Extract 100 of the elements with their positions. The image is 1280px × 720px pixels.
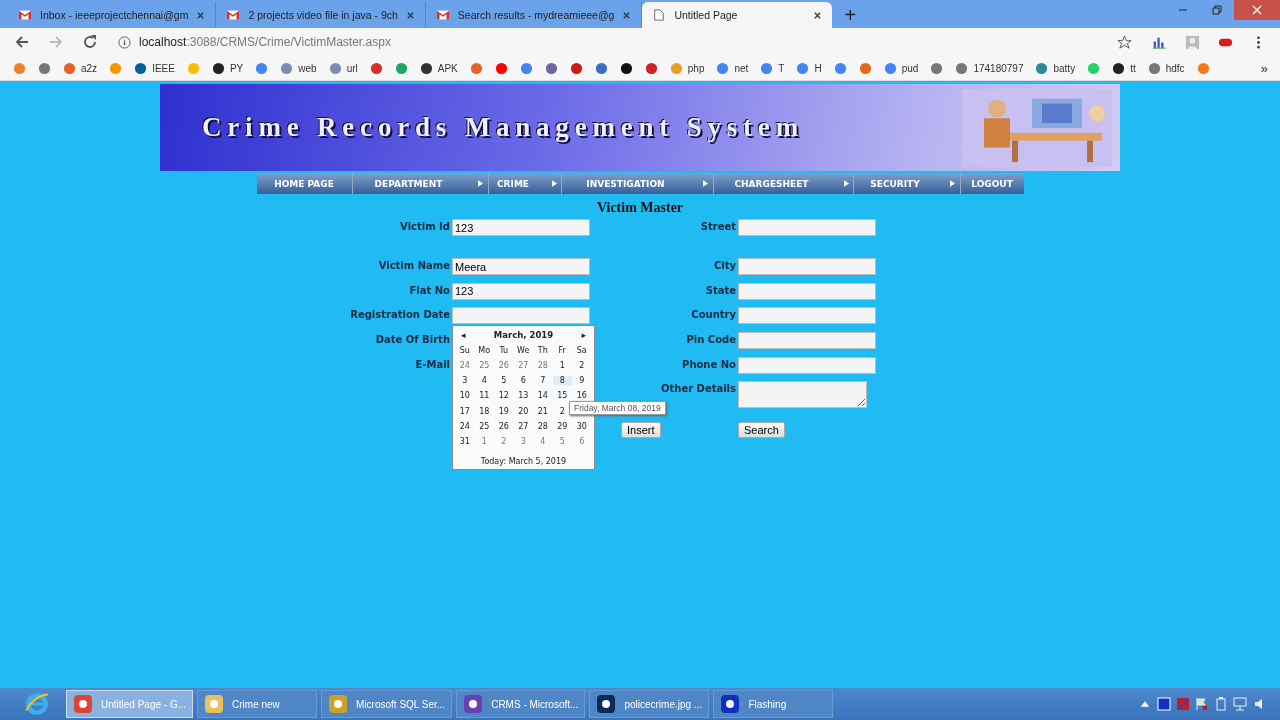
close-icon[interactable]	[196, 10, 206, 20]
calendar-day[interactable]: 6	[572, 437, 592, 447]
calendar-day[interactable]: 3	[513, 437, 533, 447]
calendar-day[interactable]: 25	[474, 360, 494, 370]
search-button[interactable]: Search	[738, 421, 785, 438]
calendar-day[interactable]: 4	[474, 376, 494, 386]
calendar-day[interactable]: 2	[572, 360, 592, 370]
calendar-day[interactable]: 25	[474, 422, 494, 431]
today-link[interactable]: Today: March 5, 2019	[455, 457, 592, 467]
taskbar-button[interactable]: CRMS - Microsoft...	[456, 690, 586, 718]
flag-icon[interactable]	[1195, 697, 1209, 711]
bookmark[interactable]: pud	[880, 59, 922, 77]
forward-icon[interactable]	[48, 34, 64, 50]
calendar-day[interactable]: 1	[474, 437, 494, 447]
bookmark[interactable]: IEEE	[131, 59, 178, 77]
bookmark[interactable]: a2z	[60, 59, 101, 77]
input-field[interactable]: 123	[452, 282, 590, 300]
bookmark[interactable]: 174180797	[952, 59, 1027, 77]
input-field[interactable]: Meera	[452, 258, 590, 275]
calendar-day[interactable]: 29	[552, 422, 572, 431]
calendar-day[interactable]: 1	[552, 360, 572, 370]
input-field[interactable]	[738, 258, 876, 275]
calendar-day[interactable]: 14	[533, 391, 553, 401]
calendar-day[interactable]: 2	[494, 437, 514, 447]
text-area[interactable]	[738, 381, 867, 409]
bookmark[interactable]: batty	[1032, 59, 1079, 77]
calendar-day[interactable]: 26	[494, 422, 514, 431]
calendar-day[interactable]: 13	[513, 391, 533, 401]
nav-menu-item[interactable]: HOME PAGE	[256, 173, 353, 194]
nav-menu-item[interactable]: SECURITY	[853, 173, 961, 194]
calendar-day[interactable]: 17	[455, 406, 475, 416]
taskbar-button[interactable]: Microsoft SQL Ser...	[321, 690, 453, 718]
bookmark[interactable]: net	[713, 59, 752, 77]
calendar-day[interactable]: 15	[552, 391, 572, 401]
taskbar-button[interactable]: Crime new	[197, 690, 318, 718]
bookmark[interactable]: PY	[208, 59, 247, 77]
nav-menu-item[interactable]: DEPARTMENT	[352, 173, 489, 194]
bookmark[interactable]: tt	[1109, 59, 1139, 77]
calendar-day[interactable]: 30	[572, 422, 592, 431]
calendar-day[interactable]: 28	[533, 360, 553, 370]
date-field[interactable]	[452, 307, 590, 325]
input-field[interactable]	[738, 307, 876, 325]
bookmark[interactable]: APK	[416, 59, 461, 77]
battery-icon[interactable]	[1214, 697, 1228, 711]
nav-menu-item[interactable]: INVESTIGATION	[561, 173, 714, 194]
bookmark[interactable]: php	[666, 59, 708, 77]
calendar-day[interactable]: 21	[533, 406, 553, 416]
input-field[interactable]: 123	[452, 219, 590, 236]
new-tab-button[interactable]: +	[844, 5, 857, 25]
bookmark[interactable]: hdfc	[1144, 59, 1188, 77]
close-icon[interactable]	[622, 10, 632, 20]
bookmark[interactable]: T	[757, 59, 788, 77]
calendar-day[interactable]: 24	[455, 360, 475, 370]
star-icon[interactable]	[1117, 34, 1132, 50]
calendar-day[interactable]: 12	[494, 391, 514, 401]
input-field[interactable]	[738, 282, 876, 300]
calendar-day[interactable]: 20	[513, 406, 533, 416]
calendar-day[interactable]: 24	[455, 422, 475, 431]
calendar-day[interactable]: 28	[533, 422, 553, 431]
calendar-day[interactable]: 10	[455, 391, 475, 401]
nav-menu-item[interactable]: CHARGESHEET	[713, 173, 854, 194]
bookmark[interactable]: url	[325, 59, 361, 77]
calendar-day[interactable]: 27	[513, 360, 533, 370]
calendar-day[interactable]: 26	[494, 360, 514, 370]
calendar-day[interactable]: 2	[552, 406, 572, 416]
input-field[interactable]	[738, 332, 876, 350]
network-icon[interactable]	[1233, 697, 1247, 711]
window-icon[interactable]	[1157, 697, 1171, 711]
calendar-day[interactable]: 11	[474, 391, 494, 401]
nav-menu-item[interactable]: LOGOUT	[960, 173, 1024, 194]
back-icon[interactable]	[14, 34, 30, 50]
insert-button[interactable]: Insert	[621, 421, 661, 438]
calendar-day[interactable]: 16	[572, 391, 592, 401]
profile-icon[interactable]	[1185, 34, 1200, 50]
close-button[interactable]	[1234, 0, 1280, 20]
taskbar-button[interactable]: policecrime.jpg ...	[589, 690, 710, 718]
calendar-day[interactable]: 4	[533, 437, 553, 447]
calendar-day[interactable]: 7	[533, 376, 553, 386]
reload-icon[interactable]	[82, 34, 98, 50]
calendar-day[interactable]: 8	[552, 376, 572, 386]
calendar-day[interactable]: 6	[513, 376, 533, 386]
more-bookmarks-button[interactable]: »	[1260, 60, 1268, 76]
taskbar-button[interactable]: Flashing	[713, 690, 834, 718]
input-field[interactable]	[738, 356, 876, 374]
app-icon[interactable]	[1176, 697, 1190, 711]
calendar-day[interactable]: 27	[513, 422, 533, 431]
previous-month-button[interactable]: ◂	[461, 330, 466, 341]
calendar-day[interactable]: 18	[474, 406, 494, 416]
nav-menu-item[interactable]: CRIME	[488, 173, 562, 194]
calendar-day[interactable]: 5	[494, 376, 514, 386]
calendar-day[interactable]: 5	[552, 437, 572, 447]
bookmark[interactable]: web	[277, 59, 320, 77]
restore-icon[interactable]	[1212, 5, 1222, 15]
input-field[interactable]	[738, 219, 876, 236]
calendar-day[interactable]: 19	[494, 406, 514, 416]
calendar-day[interactable]: 31	[455, 437, 475, 447]
calendar-day[interactable]: 9	[572, 376, 592, 386]
bookmark[interactable]: H	[793, 59, 825, 77]
browser-icon[interactable]	[24, 691, 50, 717]
close-icon[interactable]	[405, 10, 415, 20]
